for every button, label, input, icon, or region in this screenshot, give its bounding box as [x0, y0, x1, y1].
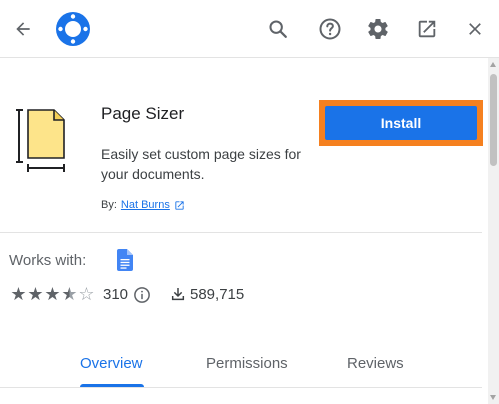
info-icon[interactable]	[133, 286, 151, 304]
reviews-count: 310	[103, 286, 129, 303]
close-icon	[469, 23, 481, 35]
by-label: By:	[101, 199, 117, 211]
section-divider	[0, 232, 482, 233]
star-full-icon: ★	[10, 284, 27, 304]
search-icon	[269, 20, 287, 38]
back-button[interactable]	[3, 9, 43, 49]
installs-count: 589,715	[190, 286, 245, 303]
workspace-marketplace-logo	[56, 12, 90, 46]
tab-reviews[interactable]: Reviews	[347, 355, 404, 372]
rating-stars: ★ ★ ★ ★ ☆	[10, 284, 95, 304]
install-button[interactable]: Install	[325, 106, 477, 140]
settings-button[interactable]	[358, 9, 398, 49]
app-author-line: By: Nat Burns	[101, 199, 185, 211]
scroll-up-arrow-icon[interactable]	[490, 62, 496, 67]
install-highlight: Install	[319, 100, 483, 146]
app-description: Easily set custom page sizes for your do…	[101, 146, 301, 182]
gear-icon	[368, 19, 388, 40]
tab-permissions[interactable]: Permissions	[206, 355, 288, 372]
vertical-scrollbar[interactable]	[488, 58, 499, 404]
download-icon	[171, 288, 185, 301]
star-full-icon: ★	[44, 284, 61, 304]
star-half-icon: ★	[61, 284, 78, 304]
star-empty-icon: ☆	[78, 284, 95, 304]
arrow-left-icon	[16, 22, 30, 36]
top-bar	[0, 0, 499, 58]
help-button[interactable]	[310, 9, 350, 49]
star-full-icon: ★	[27, 284, 44, 304]
scrollbar-thumb[interactable]	[490, 74, 497, 166]
works-with-label: Works with:	[9, 252, 87, 269]
tab-overview[interactable]: Overview	[80, 355, 143, 372]
tabs-divider	[0, 387, 482, 388]
page-sizer-app-icon	[16, 109, 65, 172]
scroll-down-arrow-icon[interactable]	[490, 395, 496, 400]
close-button[interactable]	[455, 9, 495, 49]
open-in-new-icon	[418, 20, 436, 38]
open-in-new-icon	[175, 200, 184, 210]
help-icon	[319, 18, 341, 40]
marketplace-logo[interactable]	[53, 9, 93, 49]
search-button[interactable]	[258, 9, 298, 49]
app-title: Page Sizer	[101, 104, 185, 123]
author-link[interactable]: Nat Burns	[121, 199, 170, 211]
google-docs-icon[interactable]	[117, 249, 133, 271]
open-in-new-button[interactable]	[407, 9, 447, 49]
